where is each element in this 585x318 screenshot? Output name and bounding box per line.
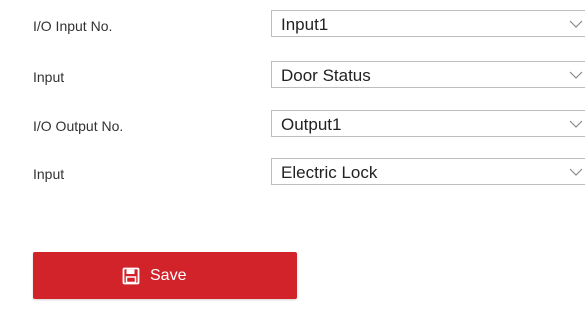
floppy-disk-icon xyxy=(122,267,140,285)
input-type-select[interactable]: Door Status xyxy=(271,61,585,88)
io-input-no-value: Input1 xyxy=(281,15,329,34)
input-type-label: Input xyxy=(33,69,65,85)
io-input-no-label: I/O Input No. xyxy=(33,18,113,34)
output-type-row: Input Electric Lock xyxy=(0,158,585,188)
output-type-label: Input xyxy=(33,166,65,182)
chevron-down-icon xyxy=(569,168,583,176)
input-type-row: Input Door Status xyxy=(0,61,585,91)
io-output-no-value: Output1 xyxy=(281,115,342,134)
chevron-down-icon xyxy=(569,20,583,28)
io-input-no-row: I/O Input No. Input1 xyxy=(0,10,585,40)
io-input-no-select[interactable]: Input1 xyxy=(271,10,585,37)
output-type-value: Electric Lock xyxy=(281,163,378,182)
io-output-no-label: I/O Output No. xyxy=(33,118,124,134)
save-button-content: Save xyxy=(122,265,186,287)
io-output-no-select[interactable]: Output1 xyxy=(271,110,585,137)
save-button[interactable]: Save xyxy=(33,252,297,299)
save-button-label: Save xyxy=(150,267,187,284)
io-output-no-row: I/O Output No. Output1 xyxy=(0,110,585,140)
chevron-down-icon xyxy=(569,120,583,128)
input-type-value: Door Status xyxy=(281,66,371,85)
output-type-select[interactable]: Electric Lock xyxy=(271,158,585,185)
chevron-down-icon xyxy=(569,71,583,79)
